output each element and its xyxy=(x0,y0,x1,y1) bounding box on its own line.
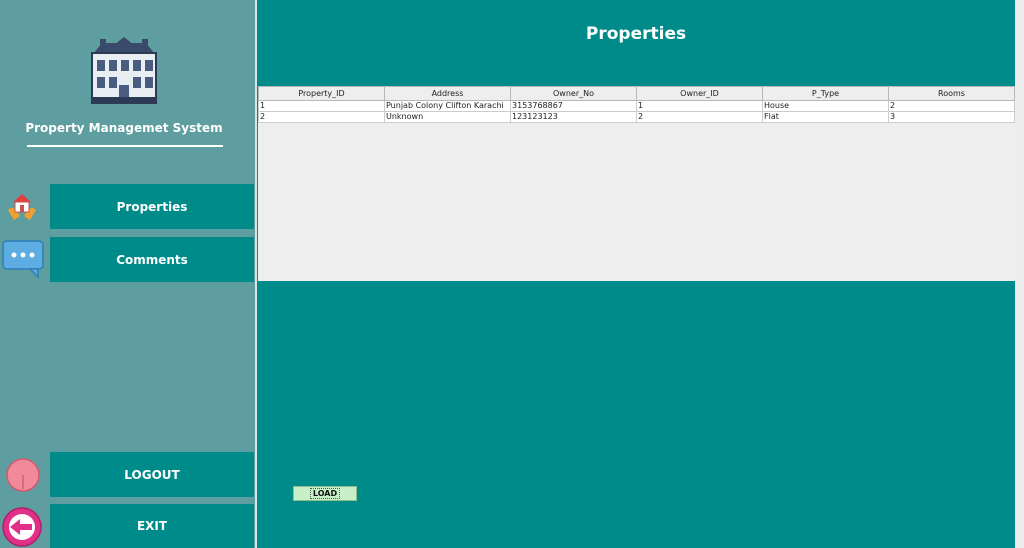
background-window-edge xyxy=(1015,0,1024,548)
table-cell[interactable]: 2 xyxy=(888,100,1015,112)
page-title: Properties xyxy=(585,24,687,44)
properties-table-container[interactable]: Property_ID Address Owner_No Owner_ID P_… xyxy=(258,86,1015,281)
table-cell[interactable]: 1 xyxy=(636,100,763,112)
exit-button[interactable]: EXIT xyxy=(50,504,254,548)
table-row[interactable]: 1 Punjab Colony Clifton Karachi 31537688… xyxy=(258,100,1015,112)
properties-table[interactable]: Property_ID Address Owner_No Owner_ID P_… xyxy=(258,86,1015,123)
nav-comments-label: Comments xyxy=(116,252,188,267)
logout-label: LOGOUT xyxy=(124,467,180,482)
column-header-p-type[interactable]: P_Type xyxy=(762,86,889,101)
table-cell[interactable]: House xyxy=(762,100,889,112)
column-header-address[interactable]: Address xyxy=(384,86,511,101)
title-divider xyxy=(27,145,223,147)
table-row[interactable]: 2 Unknown 123123123 2 Flat 3 xyxy=(258,111,1015,123)
table-cell[interactable]: 123123123 xyxy=(510,111,637,123)
table-cell[interactable]: 3153768867 xyxy=(510,100,637,112)
sidebar: Property Managemet System Properties Com… xyxy=(0,0,255,548)
column-header-owner-id[interactable]: Owner_ID xyxy=(636,86,763,101)
speech-bubble-icon[interactable] xyxy=(2,239,44,279)
logout-button[interactable]: LOGOUT xyxy=(50,452,254,497)
table-cell[interactable]: 1 xyxy=(258,100,385,112)
table-header-row: Property_ID Address Owner_No Owner_ID P_… xyxy=(258,86,1015,101)
table-cell[interactable]: Flat xyxy=(762,111,889,123)
table-cell[interactable]: Unknown xyxy=(384,111,511,123)
nav-properties-button[interactable]: Properties xyxy=(50,184,254,229)
column-header-rooms[interactable]: Rooms xyxy=(888,86,1015,101)
table-cell[interactable]: Punjab Colony Clifton Karachi xyxy=(384,100,511,112)
exit-arrow-icon[interactable] xyxy=(0,506,44,548)
exit-label: EXIT xyxy=(136,519,168,533)
nav-comments-button[interactable]: Comments xyxy=(50,237,254,282)
table-cell[interactable]: 2 xyxy=(258,111,385,123)
column-header-property-id[interactable]: Property_ID xyxy=(258,86,385,101)
column-header-owner-no[interactable]: Owner_No xyxy=(510,86,637,101)
load-button-label: LOAD xyxy=(309,488,341,499)
table-cell[interactable]: 3 xyxy=(888,111,1015,123)
nav-properties-label: Properties xyxy=(116,199,188,214)
main-panel: Properties Property_ID Address Owner_No … xyxy=(257,0,1015,548)
app-title: Property Managemet System xyxy=(25,121,223,135)
building-icon xyxy=(91,37,157,104)
load-button[interactable]: LOAD xyxy=(293,486,357,501)
home-in-hands-icon[interactable] xyxy=(6,190,38,222)
table-cell[interactable]: 2 xyxy=(636,111,763,123)
logout-circle-icon[interactable] xyxy=(6,457,40,493)
